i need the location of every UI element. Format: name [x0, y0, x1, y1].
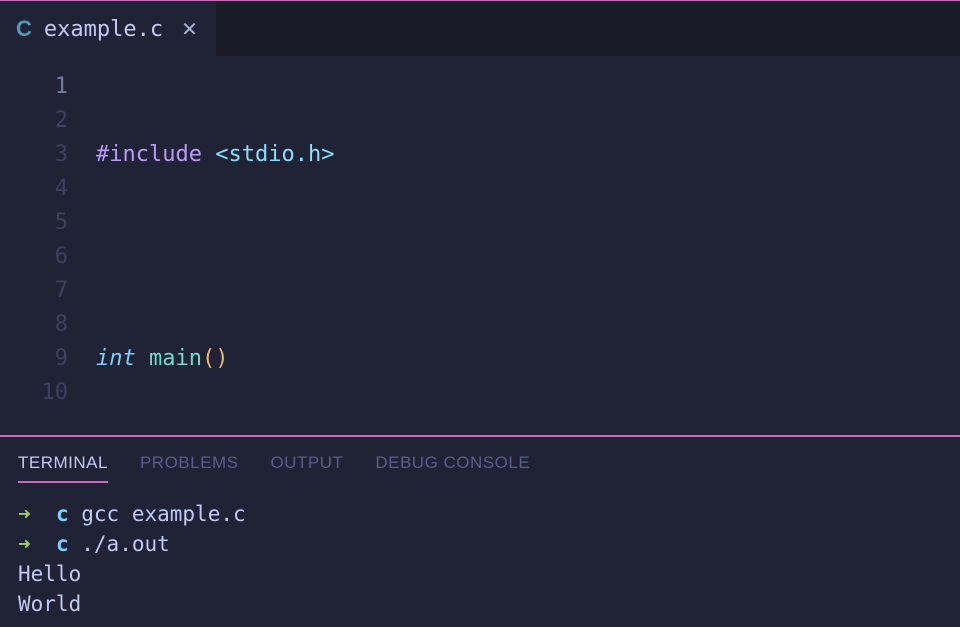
line-number: 1: [0, 70, 68, 104]
tab-debug-console[interactable]: DEBUG CONSOLE: [375, 453, 530, 481]
terminal-command: gcc example.c: [81, 502, 245, 526]
panel-tab-bar: TERMINAL PROBLEMS OUTPUT DEBUG CONSOLE: [18, 437, 942, 493]
close-icon[interactable]: ✕: [181, 17, 198, 42]
tab-filename: example.c: [44, 17, 163, 42]
prompt-dir: c: [56, 532, 69, 556]
line-number: 5: [0, 206, 68, 240]
line-number: 3: [0, 138, 68, 172]
tab-output[interactable]: OUTPUT: [270, 453, 343, 481]
c-file-icon: C: [16, 16, 32, 42]
line-number: 4: [0, 172, 68, 206]
prompt-dir: c: [56, 502, 69, 526]
line-number: 9: [0, 342, 68, 376]
line-number: 8: [0, 308, 68, 342]
code-editor[interactable]: 1 2 3 4 5 6 7 8 9 10 #include <stdio.h> …: [0, 56, 960, 435]
code-line: [96, 240, 960, 274]
prompt-arrow-icon: ➜: [18, 502, 31, 526]
line-number: 10: [0, 376, 68, 410]
terminal-line: ➜ c ./a.out: [18, 529, 942, 559]
line-number: 2: [0, 104, 68, 138]
tab-problems[interactable]: PROBLEMS: [140, 453, 238, 481]
terminal-output: World: [18, 589, 942, 619]
terminal-output: Hello: [18, 559, 942, 589]
code-content[interactable]: #include <stdio.h> int main() { printf("…: [96, 70, 960, 435]
tab-bar: C example.c ✕: [0, 0, 960, 56]
code-line: int main(): [96, 342, 960, 376]
terminal-line: ➜ c gcc example.c: [18, 499, 942, 529]
terminal-command: ./a.out: [81, 532, 170, 556]
code-line: #include <stdio.h>: [96, 138, 960, 172]
line-number: 6: [0, 240, 68, 274]
line-number: 7: [0, 274, 68, 308]
tab-terminal[interactable]: TERMINAL: [18, 453, 108, 481]
prompt-arrow-icon: ➜: [18, 532, 31, 556]
terminal[interactable]: ➜ c gcc example.c ➜ c ./a.out Hello Worl…: [18, 493, 942, 619]
file-tab[interactable]: C example.c ✕: [0, 1, 216, 56]
bottom-panel: TERMINAL PROBLEMS OUTPUT DEBUG CONSOLE ➜…: [0, 437, 960, 627]
line-number-gutter: 1 2 3 4 5 6 7 8 9 10: [0, 70, 96, 435]
editor-window: C example.c ✕ 1 2 3 4 5 6 7 8 9 10 #incl…: [0, 0, 960, 627]
